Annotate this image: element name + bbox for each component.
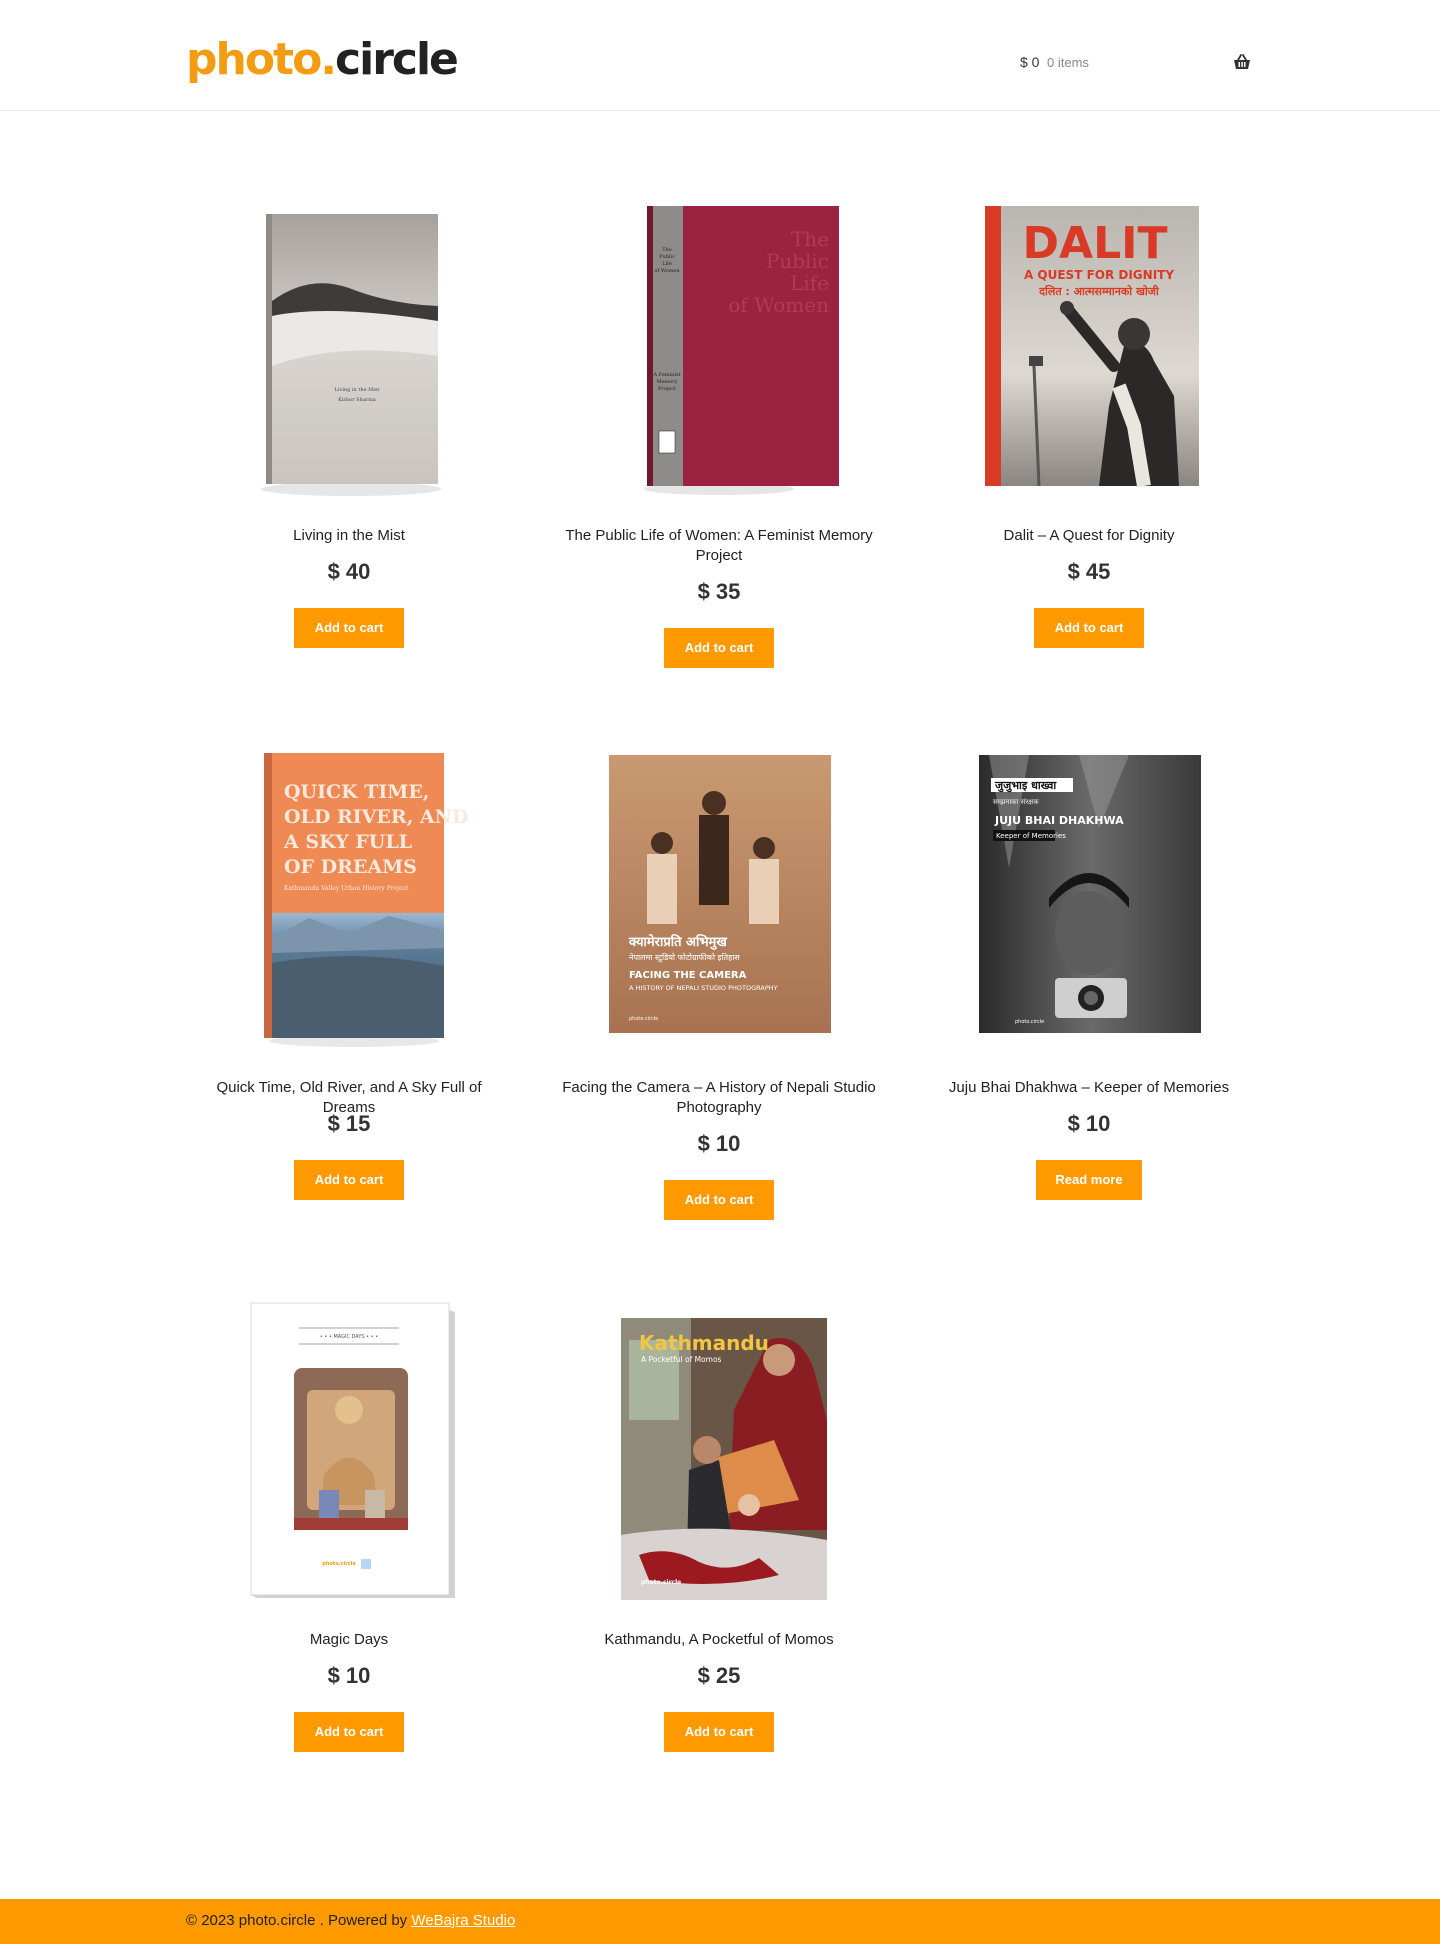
product-title[interactable]: Facing the Camera – A History of Nepali … (559, 1078, 879, 1118)
cover-title: OLD RIVER, AND (284, 806, 469, 828)
cover-text: The (662, 247, 672, 253)
cover-text: Memory (656, 379, 677, 385)
cover-text: A HISTORY OF NEPALI STUDIO PHOTOGRAPHY (629, 984, 778, 992)
cart-item-count: 0 items (1047, 55, 1089, 70)
cover-text: of Women (728, 293, 829, 317)
cover-text: Living in the Mist (335, 387, 380, 393)
cover-text: A Feminist (652, 372, 680, 378)
product-price: $ 10 (1067, 1111, 1111, 1136)
site-logo[interactable]: photo.circle (186, 34, 459, 86)
product-title[interactable]: The Public Life of Women: A Feminist Mem… (559, 526, 879, 566)
cover-text: of Women (654, 268, 680, 274)
product-price: $ 10 (327, 1663, 371, 1688)
site-footer: © 2023 photo.circle . Powered by WeBajra… (0, 1899, 1440, 1944)
cover-text: photo.circle (1015, 1019, 1044, 1025)
cover-title: QUICK TIME, (284, 781, 429, 803)
add-to-cart-button[interactable]: Add to cart (294, 1712, 404, 1752)
cover-title: Kathmandu (639, 1331, 769, 1355)
add-to-cart-button[interactable]: Add to cart (1034, 608, 1144, 648)
footer-copyright-text: © 2023 photo.circle . Powered by (186, 1912, 412, 1929)
product-price: $ 25 (697, 1663, 741, 1688)
cover-text: The (791, 227, 829, 251)
cover-text: Project (658, 386, 676, 392)
cover-text: A Pocketful of Momos (641, 1355, 722, 1364)
cart-amount: $ 0 (1020, 54, 1040, 70)
site-header: photo.circle $ 0 0 items (0, 0, 1440, 111)
logo-text-photo: photo (186, 34, 322, 85)
read-more-button[interactable]: Read more (1036, 1160, 1142, 1200)
basket-icon[interactable] (1232, 52, 1252, 72)
product-card: DALIT A QUEST FOR DIGNITY दलित : आत्मसम्… (929, 196, 1249, 656)
product-image-juju-bhai-dhakhwa[interactable]: जुजुभाइ धाख्वा सम्झनाका संरक्षक JUJU BHA… (929, 748, 1249, 1058)
product-title[interactable]: Juju Bhai Dhakhwa – Keeper of Memories (929, 1078, 1249, 1098)
cover-text: A QUEST FOR DIGNITY (1024, 268, 1174, 282)
add-to-cart-button[interactable]: Add to cart (664, 628, 774, 668)
add-to-cart-button[interactable]: Add to cart (664, 1712, 774, 1752)
product-price: $ 15 (327, 1111, 371, 1136)
product-image-quick-time[interactable]: QUICK TIME, OLD RIVER, AND A SKY FULL OF… (189, 748, 509, 1058)
product-card: QUICK TIME, OLD RIVER, AND A SKY FULL OF… (189, 748, 509, 1208)
cover-text: Public (766, 249, 829, 273)
cover-title: FACING THE CAMERA (629, 970, 747, 981)
logo-text-circle: circle (335, 34, 459, 85)
cover-text: photo.circle (322, 1561, 356, 1567)
product-title[interactable]: Magic Days (189, 1630, 509, 1650)
cover-text: Life (662, 261, 672, 267)
add-to-cart-button[interactable]: Add to cart (294, 1160, 404, 1200)
product-price: $ 40 (327, 559, 371, 584)
cover-text: नेपालमा स्टुडियो फोटोग्राफीको इतिहास (629, 952, 740, 963)
product-image-living-in-the-mist[interactable]: Living in the Mist Kishor Sharma (189, 196, 509, 506)
add-to-cart-button[interactable]: Add to cart (664, 1180, 774, 1220)
cover-text: Kathmandu Valley Urban History Project (284, 885, 409, 892)
logo-dot: . (320, 34, 337, 85)
product-price: $ 10 (697, 1131, 741, 1156)
cover-title: JUJU BHAI DHAKHWA (994, 814, 1124, 827)
header-cart[interactable]: $ 0 0 items (1020, 54, 1252, 76)
cover-text: • • • MAGIC DAYS • • • (320, 1334, 378, 1340)
cover-text: दलित : आत्मसम्मानको खोजी (1038, 284, 1160, 298)
product-title[interactable]: Kathmandu, A Pocketful of Momos (559, 1630, 879, 1650)
add-to-cart-button[interactable]: Add to cart (294, 608, 404, 648)
product-card: जुजुभाइ धाख्वा सम्झनाका संरक्षक JUJU BHA… (929, 748, 1249, 1208)
cover-text: Public (659, 254, 675, 260)
product-image-magic-days[interactable]: • • • MAGIC DAYS • • • photo.circle (189, 1300, 509, 1610)
footer-copyright: © 2023 photo.circle . Powered by WeBajra… (186, 1912, 515, 1929)
cover-text: क्यामेराप्रति अभिमुख (628, 934, 728, 950)
product-price: $ 45 (1067, 559, 1111, 584)
cover-text: photo.circle (641, 1579, 681, 1586)
cover-text: जुजुभाइ धाख्वा (994, 779, 1057, 793)
product-image-dalit[interactable]: DALIT A QUEST FOR DIGNITY दलित : आत्मसम्… (929, 196, 1249, 506)
footer-link-webajra[interactable]: WeBajra Studio (411, 1912, 515, 1929)
cover-text: Keeper of Memories (996, 832, 1066, 840)
product-image-kathmandu[interactable]: Kathmandu A Pocketful of Momos photo.cir… (559, 1300, 879, 1610)
cover-text: photo.circle (629, 1016, 658, 1022)
product-card: क्यामेराप्रति अभिमुख नेपालमा स्टुडियो फो… (559, 748, 879, 1228)
cover-text: सम्झनाका संरक्षक (993, 798, 1039, 806)
cover-title: A SKY FULL (283, 831, 412, 853)
cover-text: Kishor Sharma (338, 397, 376, 403)
product-title[interactable]: Living in the Mist (189, 526, 509, 546)
product-image-public-life-of-women[interactable]: The Public Life of Women A Feminist Memo… (559, 196, 879, 506)
cover-title: DALIT (1023, 218, 1168, 269)
cover-text: Life (790, 271, 829, 295)
product-card: The Public Life of Women A Feminist Memo… (559, 196, 879, 676)
product-image-facing-the-camera[interactable]: क्यामेराप्रति अभिमुख नेपालमा स्टुडियो फो… (559, 748, 879, 1058)
product-card: • • • MAGIC DAYS • • • photo.circle Magi… (189, 1300, 509, 1760)
product-title[interactable]: Dalit – A Quest for Dignity (929, 526, 1249, 546)
product-price: $ 35 (697, 579, 741, 604)
product-card: Kathmandu A Pocketful of Momos photo.cir… (559, 1300, 879, 1760)
product-card: Living in the Mist Kishor Sharma Living … (189, 196, 509, 656)
cover-title: OF DREAMS (284, 856, 417, 878)
